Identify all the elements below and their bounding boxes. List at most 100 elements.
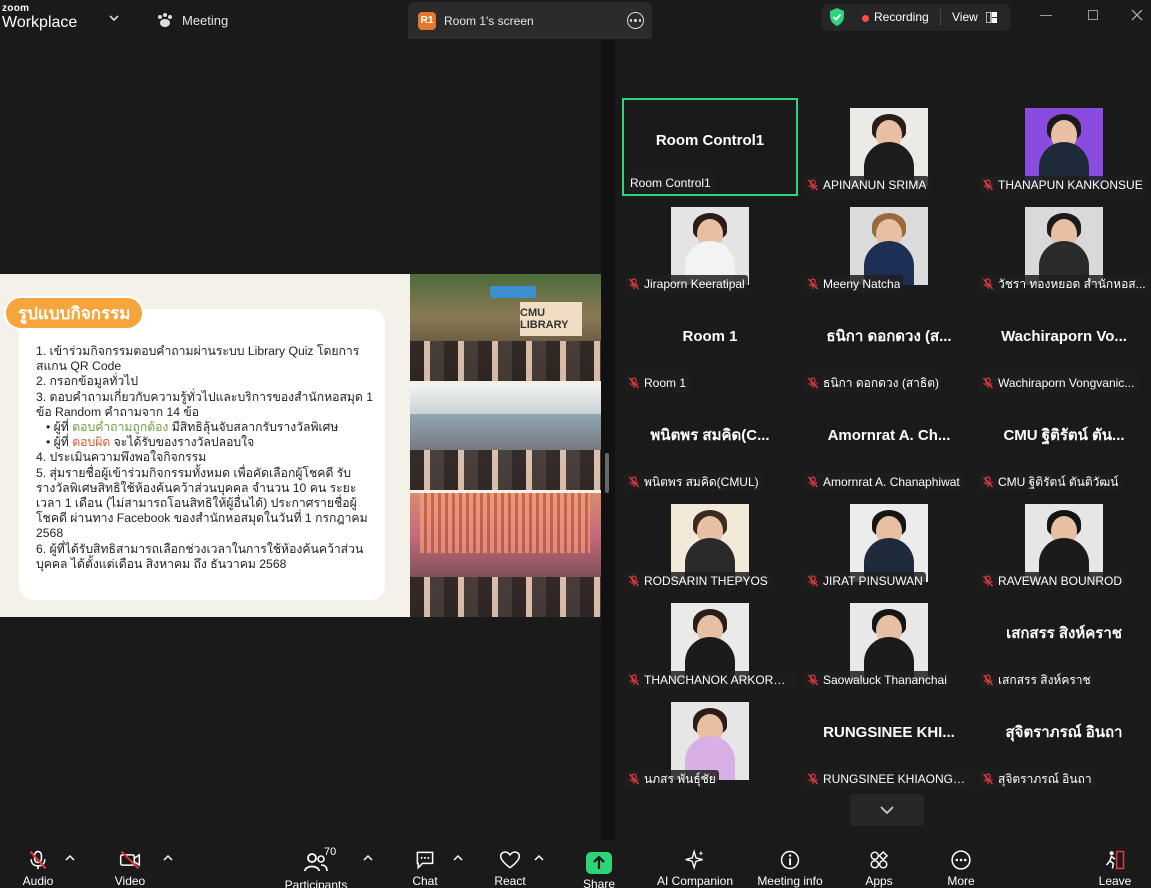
chevron-down-icon[interactable]: [108, 12, 120, 24]
participant-tile[interactable]: Room Control1 Room Control1: [622, 98, 798, 196]
participant-tile[interactable]: CMU ฐิติรัตน์ ตัน... CMU ฐิติรัตน์ ตันติว…: [976, 395, 1151, 493]
participant-tile[interactable]: THANAPUN KANKONSUE: [976, 98, 1151, 196]
recording-dot-icon: [862, 15, 869, 22]
view-grid-icon[interactable]: [986, 12, 997, 23]
mic-muted-icon: [628, 575, 640, 587]
slide-body: 1. เข้าร่วมกิจกรรมตอบคำถามผ่านระบบ Libra…: [36, 344, 378, 572]
split-handle[interactable]: [605, 453, 609, 493]
ai-companion-button[interactable]: AI Companion: [656, 840, 734, 888]
participant-video: [1025, 108, 1103, 186]
split-divider[interactable]: [601, 40, 615, 840]
participant-name: Room Control1: [630, 176, 711, 190]
participant-tile[interactable]: JIRAT PINSUWAN: [801, 494, 977, 592]
mic-muted-icon: [628, 377, 640, 389]
participant-tile[interactable]: Jiraporn Keeratipal: [622, 197, 798, 295]
chevron-up-icon[interactable]: [163, 854, 173, 862]
participant-display-name: Room Control1: [655, 131, 765, 149]
more-label: More: [947, 874, 975, 888]
participant-tile[interactable]: APINANUN SRIMA: [801, 98, 977, 196]
chat-button[interactable]: Chat: [408, 840, 442, 888]
participant-nametag: Room Control1: [627, 174, 714, 192]
react-button[interactable]: React: [492, 840, 528, 888]
title-bar: zoom Workplace Meeting R1 Room 1's scree…: [0, 0, 1151, 40]
share-button[interactable]: Share: [582, 840, 616, 888]
participant-nametag: RAVEWAN BOUNROD: [979, 572, 1126, 590]
participant-name: THANAPUN KANKONSUE: [998, 178, 1143, 192]
chevron-up-icon[interactable]: [65, 854, 75, 862]
meeting-tab[interactable]: Meeting: [156, 10, 228, 30]
leave-label: Leave: [1098, 874, 1132, 888]
participant-tile[interactable]: Wachiraporn Vo... Wachiraporn Vongvanic..…: [976, 296, 1151, 394]
close-icon[interactable]: [1130, 8, 1144, 22]
event-photo: [410, 384, 601, 490]
scroll-down-button[interactable]: [850, 794, 924, 826]
participant-tile[interactable]: RODSARIN THEPYOS: [622, 494, 798, 592]
brand-small: zoom: [2, 3, 30, 14]
participant-name: RODSARIN THEPYOS: [644, 574, 768, 588]
participant-tile[interactable]: RAVEWAN BOUNROD: [976, 494, 1151, 592]
participant-video: [1025, 207, 1103, 285]
chevron-up-icon[interactable]: [453, 854, 463, 862]
mic-muted-icon: [807, 476, 819, 488]
leave-icon: [1105, 850, 1125, 870]
participant-tile[interactable]: THANCHANOK ARKORN...: [622, 593, 798, 691]
slide-bullet: ผู้ที่ ตอบผิด จะได้รับของรางวัลปลอบใจ: [36, 435, 378, 450]
audio-button[interactable]: Audio: [18, 840, 58, 888]
participant-display-name: สุจิตราภรณ์ อินถา: [1005, 724, 1123, 741]
participant-name: ธนิกา ดอกดวง (สาธิต): [823, 375, 940, 390]
video-button[interactable]: Video: [110, 840, 150, 888]
slide-line: 2. กรอกข้อมูลทั่วไป: [36, 374, 139, 389]
participant-name: วัชรา ทองหยอด สำนักหอส...: [998, 276, 1146, 291]
screen-share-tab[interactable]: R1 Room 1's screen: [408, 2, 652, 39]
mic-muted-icon: [628, 773, 640, 785]
participant-tile[interactable]: พนิตพร สมคิด(C... พนิตพร สมคิด(CMUL): [622, 395, 798, 493]
participant-name: Room 1: [644, 376, 687, 390]
mic-muted-icon: [982, 674, 994, 686]
participant-gallery: Room Control1 Room Control1 APINANUN SRIMA…: [615, 40, 1151, 840]
apps-button[interactable]: Apps: [864, 840, 894, 888]
participant-name: Saowaluck Thananchai: [823, 673, 947, 687]
participant-video: [850, 108, 928, 186]
chevron-up-icon[interactable]: [363, 854, 373, 862]
view-button[interactable]: View: [952, 10, 978, 24]
mic-muted-icon: [628, 476, 640, 488]
recording-label[interactable]: Recording: [874, 10, 929, 24]
participant-tile[interactable]: วัชรา ทองหยอด สำนักหอส...: [976, 197, 1151, 295]
participant-name: เสกสรร สิงห์คราช: [998, 672, 1091, 687]
mic-muted-icon: [807, 773, 819, 785]
meeting-info-button[interactable]: Meeting info: [756, 840, 824, 888]
participant-nametag: วัชรา ทองหยอด สำนักหอส...: [979, 275, 1149, 293]
participant-name: RUNGSINEE KHIAONGA...: [823, 772, 971, 786]
participant-tile[interactable]: Meeny Natcha: [801, 197, 977, 295]
more-dots-icon[interactable]: [627, 12, 644, 29]
chevron-down-icon: [880, 806, 894, 815]
mic-muted-icon: [628, 278, 640, 290]
leave-button[interactable]: Leave: [1098, 840, 1132, 888]
more-button[interactable]: More: [946, 840, 976, 888]
participant-nametag: Room 1: [625, 374, 690, 392]
participant-tile[interactable]: ธนิกา ดอกดวง (ส... ธนิกา ดอกดวง (สาธิต): [801, 296, 977, 394]
shield-check-icon[interactable]: [827, 7, 847, 27]
participant-display-name: Room 1: [682, 327, 738, 345]
participant-tile[interactable]: Amornrat A. Ch... Amornrat A. Chanaphiwat: [801, 395, 977, 493]
participant-tile[interactable]: Saowaluck Thananchai: [801, 593, 977, 691]
participant-tile[interactable]: เสกสรร สิงห์คราช เสกสรร สิงห์คราช: [976, 593, 1151, 691]
participant-tile[interactable]: สุจิตราภรณ์ อินถา สุจิตราภรณ์ อินถา: [976, 692, 1151, 790]
chat-label: Chat: [412, 874, 438, 888]
participants-label: Participants: [284, 878, 348, 888]
slide-line: 1. เข้าร่วมกิจกรรมตอบคำถามผ่านระบบ Libra…: [36, 344, 360, 374]
participant-display-name: Wachiraporn Vo...: [1001, 327, 1127, 345]
maximize-icon[interactable]: [1088, 10, 1098, 20]
zoom-logo: zoom Workplace: [2, 4, 77, 31]
mic-muted-icon: [807, 377, 819, 389]
minimize-icon[interactable]: [1040, 15, 1052, 16]
participant-name: Jiraporn Keeratipal: [644, 277, 745, 291]
participant-name: THANCHANOK ARKORN...: [644, 673, 792, 687]
participant-tile[interactable]: Room 1 Room 1: [622, 296, 798, 394]
participants-button[interactable]: 70 Participants: [284, 840, 348, 888]
participant-nametag: ธนิกา ดอกดวง (สาธิต): [804, 374, 943, 392]
participant-tile[interactable]: RUNGSINEE KHI... RUNGSINEE KHIAONGA...: [801, 692, 977, 790]
mic-muted-icon: [982, 575, 994, 587]
participant-tile[interactable]: นภสร พันธุ์ชัย: [622, 692, 798, 790]
chevron-up-icon[interactable]: [534, 854, 544, 862]
